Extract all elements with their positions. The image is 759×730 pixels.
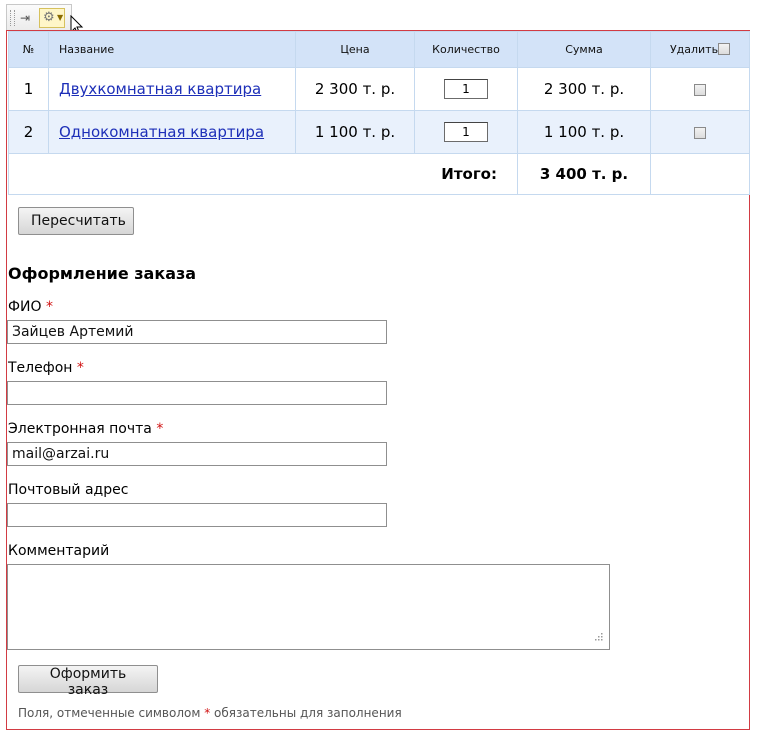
row-name-cell: Двухкомнатная квартира xyxy=(48,67,296,111)
fio-input[interactable] xyxy=(7,320,387,344)
row-num: 2 xyxy=(8,110,49,154)
row-qty-cell xyxy=(414,67,518,111)
row-num: 1 xyxy=(8,67,49,111)
address-input[interactable] xyxy=(7,503,387,527)
header-num: № xyxy=(8,31,49,68)
row-name-cell: Однокомнатная квартира xyxy=(48,110,296,154)
total-empty-cell xyxy=(650,153,750,195)
item-link[interactable]: Двухкомнатная квартира xyxy=(59,80,261,98)
order-heading: Оформление заказа xyxy=(8,264,197,283)
note-text-start: Поля, отмеченные символом xyxy=(18,706,205,720)
total-row: Итого: 3 400 т. р. xyxy=(8,153,750,195)
comment-label: Комментарий xyxy=(8,543,110,559)
fio-label-text: ФИО xyxy=(8,299,42,315)
grip-icon[interactable] xyxy=(10,10,15,26)
row-sum: 2 300 т. р. xyxy=(517,67,651,111)
gear-icon: ⚙ xyxy=(43,10,55,25)
delete-all-checkbox[interactable] xyxy=(718,43,731,55)
total-sum: 3 400 т. р. xyxy=(517,153,651,195)
row-delete-cell xyxy=(650,67,750,111)
table-row: 2 Однокомнатная квартира 1 100 т. р. 1 1… xyxy=(8,110,750,154)
comment-textarea[interactable] xyxy=(7,564,610,650)
submit-order-button[interactable]: Оформить заказ xyxy=(18,665,158,698)
recalculate-button[interactable]: Пересчитать xyxy=(18,207,134,235)
note-text-end: обязательны для заполнения xyxy=(210,706,402,720)
table-row: 1 Двухкомнатная квартира 2 300 т. р. 2 3… xyxy=(8,67,750,111)
address-label: Почтовый адрес xyxy=(8,482,129,498)
quantity-input[interactable] xyxy=(444,79,488,99)
chevron-down-icon: ▼ xyxy=(57,13,64,22)
header-delete-label: Удалить xyxy=(669,43,719,56)
item-link[interactable]: Однокомнатная квартира xyxy=(59,123,264,141)
required-fields-note: Поля, отмеченные символом * обязательны … xyxy=(18,706,402,720)
row-price: 2 300 т. р. xyxy=(295,67,415,111)
required-mark: * xyxy=(46,299,53,315)
header-sum: Сумма xyxy=(517,31,651,68)
settings-button[interactable]: ⚙ ▼ xyxy=(39,8,65,28)
delete-checkbox[interactable] xyxy=(694,83,706,96)
table-header-row: № Название Цена Количество Сумма Удалить xyxy=(8,31,750,68)
pin-icon[interactable]: ⇥ xyxy=(20,10,30,26)
phone-label-text: Телефон xyxy=(8,360,73,376)
basket-table: № Название Цена Количество Сумма Удалить… xyxy=(8,31,750,195)
header-name: Название xyxy=(48,31,296,68)
row-delete-cell xyxy=(650,110,750,154)
total-label: Итого: xyxy=(8,153,518,195)
header-price: Цена xyxy=(295,31,415,68)
row-price: 1 100 т. р. xyxy=(295,110,415,154)
row-qty-cell xyxy=(414,110,518,154)
phone-label: Телефон * xyxy=(8,360,84,376)
resize-grip-icon[interactable] xyxy=(592,632,604,644)
header-qty: Количество xyxy=(414,31,518,68)
required-mark: * xyxy=(156,421,164,437)
row-sum: 1 100 т. р. xyxy=(517,110,651,154)
email-label-text: Электронная почта xyxy=(8,421,152,437)
email-label: Электронная почта * xyxy=(8,421,163,437)
phone-input[interactable] xyxy=(7,381,387,405)
delete-checkbox[interactable] xyxy=(694,126,706,139)
fio-label: ФИО * xyxy=(8,299,53,315)
edit-toolbar: ⇥ ⚙ ▼ xyxy=(6,4,72,30)
header-delete: Удалить xyxy=(650,31,750,68)
required-mark: * xyxy=(76,360,84,376)
email-input[interactable] xyxy=(7,442,387,466)
quantity-input[interactable] xyxy=(444,122,488,142)
